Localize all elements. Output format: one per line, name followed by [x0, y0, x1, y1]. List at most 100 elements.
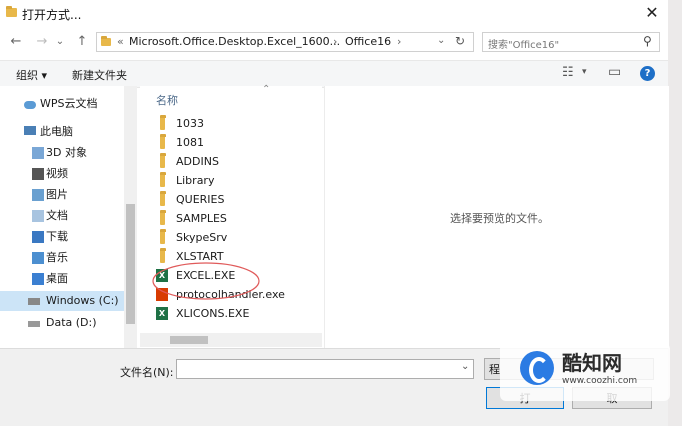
address-dropdown-icon[interactable]: ⌄	[437, 35, 445, 46]
file-name: 1033	[176, 117, 204, 130]
watermark: 酷知网 www.coozhi.com	[500, 343, 670, 401]
recent-locations-dropdown-icon[interactable]: ⌄	[54, 34, 66, 50]
close-icon[interactable]: ✕	[640, 2, 664, 24]
title-bar: 打开方式... ✕	[0, 0, 668, 28]
downloads-icon	[32, 231, 44, 243]
sidebar-scrollbar[interactable]	[124, 86, 137, 348]
file-name: ADDINS	[176, 155, 219, 168]
name-column-header[interactable]: 名称	[156, 92, 178, 108]
file-list-scrollbar[interactable]	[140, 333, 322, 347]
sidebar-item-label: 图片	[46, 188, 68, 201]
up-arrow-icon[interactable]: ↑	[74, 34, 90, 50]
sidebar-item-label: Windows (C:)	[46, 294, 119, 307]
forward-arrow-icon[interactable]: →	[34, 34, 50, 50]
sidebar-item-videos[interactable]: 视频	[0, 164, 124, 184]
sidebar-item-this-pc[interactable]: 此电脑	[0, 122, 124, 142]
navigation-pane: WPS云文档 此电脑 3D 对象 视频 图片 文档 下载 音乐 桌面 Windo…	[0, 86, 124, 348]
address-folder-icon	[101, 36, 111, 46]
documents-icon	[32, 210, 44, 222]
command-toolbar: 组织 ▾ 新建文件夹 ☷ ▾ ▭ ?	[0, 60, 668, 88]
music-icon	[32, 252, 44, 264]
sidebar-item-wps-cloud[interactable]: WPS云文档	[0, 94, 124, 114]
sidebar-item-label: 3D 对象	[46, 146, 87, 159]
folder-icon	[160, 229, 166, 244]
sort-ascending-icon: ⌃	[262, 84, 271, 95]
sidebar-item-windows-c[interactable]: Windows (C:)	[0, 291, 124, 311]
preview-message: 选择要预览的文件。	[450, 212, 549, 225]
file-name: 1081	[176, 136, 204, 149]
sidebar-item-3d-objects[interactable]: 3D 对象	[0, 143, 124, 163]
back-arrow-icon[interactable]: ←	[8, 34, 24, 50]
search-placeholder: 搜索"Office16"	[488, 40, 560, 51]
list-item[interactable]: SkypeSrv	[156, 228, 316, 247]
sidebar-item-label: Data (D:)	[46, 316, 97, 329]
breadcrumb-segment[interactable]: Microsoft.Office.Desktop.Excel_1600...	[129, 35, 340, 48]
preview-pane-icon[interactable]: ▭	[608, 64, 621, 80]
search-input[interactable]: 搜索"Office16" ⚲	[482, 32, 660, 52]
help-icon[interactable]: ?	[640, 66, 655, 81]
preview-pane: 选择要预览的文件。	[324, 86, 669, 348]
sidebar-item-label: 视频	[46, 167, 68, 180]
video-icon	[32, 168, 44, 180]
filename-input[interactable]: ⌄	[176, 359, 474, 379]
file-type-label: 程	[489, 363, 500, 376]
folder-icon	[160, 172, 166, 187]
watermark-logo-icon	[520, 351, 554, 385]
folder-icon	[160, 191, 166, 206]
sidebar-item-pictures[interactable]: 图片	[0, 185, 124, 205]
sidebar-item-label: 文档	[46, 209, 68, 222]
file-name: QUERIES	[176, 193, 225, 206]
breadcrumb-separator-icon[interactable]: ›	[333, 35, 337, 48]
sidebar-item-label: 音乐	[46, 251, 68, 264]
folder-icon	[160, 153, 166, 168]
file-list: 名称 ⌃ 1033 1081 ADDINS Library QUERIES SA…	[140, 84, 322, 336]
list-item[interactable]: SAMPLES	[156, 209, 316, 228]
organize-menu-button[interactable]: 组织 ▾	[16, 67, 47, 83]
refresh-icon[interactable]: ↻	[455, 34, 465, 48]
sidebar-item-label: 下载	[46, 230, 68, 243]
drive-c-icon	[28, 298, 40, 305]
new-folder-button[interactable]: 新建文件夹	[72, 67, 127, 83]
sidebar-item-data-d[interactable]: Data (D:)	[0, 313, 124, 333]
excel-icon: X	[156, 307, 168, 320]
list-item[interactable]: 1033	[156, 114, 316, 133]
cloud-icon	[24, 101, 36, 109]
computer-icon	[24, 126, 36, 135]
desktop-icon	[32, 273, 44, 285]
list-item[interactable]: 1081	[156, 133, 316, 152]
view-options-icon[interactable]: ☷	[562, 65, 574, 80]
sidebar-item-documents[interactable]: 文档	[0, 206, 124, 226]
list-item[interactable]: X XLICONS.EXE	[156, 304, 316, 323]
sidebar-item-music[interactable]: 音乐	[0, 248, 124, 268]
scrollbar-thumb[interactable]	[170, 336, 208, 344]
file-name: Library	[176, 174, 215, 187]
sidebar-item-label: WPS云文档	[40, 97, 98, 110]
folder-icon	[160, 115, 166, 130]
path-overflow-icon[interactable]: «	[117, 35, 124, 48]
folder-icon	[6, 6, 17, 17]
breadcrumb-segment[interactable]: Office16	[345, 35, 391, 48]
scrollbar-thumb[interactable]	[126, 204, 135, 324]
filename-dropdown-icon[interactable]: ⌄	[461, 361, 469, 372]
window-title: 打开方式...	[22, 8, 82, 22]
sidebar-item-downloads[interactable]: 下载	[0, 227, 124, 247]
list-item[interactable]: QUERIES	[156, 190, 316, 209]
3d-objects-icon	[32, 147, 44, 159]
watermark-name: 酷知网	[562, 351, 622, 375]
sidebar-item-desktop[interactable]: 桌面	[0, 269, 124, 289]
breadcrumb-separator-icon[interactable]: ›	[397, 35, 401, 48]
drive-d-icon	[28, 321, 40, 327]
sidebar-item-label: 桌面	[46, 272, 68, 285]
sidebar-item-label: 此电脑	[40, 125, 73, 138]
view-dropdown-icon[interactable]: ▾	[582, 67, 587, 77]
folder-icon	[160, 134, 166, 149]
list-item[interactable]: ADDINS	[156, 152, 316, 171]
highlight-circle	[152, 262, 260, 300]
search-icon[interactable]: ⚲	[643, 34, 652, 48]
folder-icon	[160, 210, 166, 225]
file-name: SAMPLES	[176, 212, 227, 225]
address-bar[interactable]: « Microsoft.Office.Desktop.Excel_1600...…	[96, 32, 474, 52]
filename-label: 文件名(N):	[120, 366, 174, 379]
list-item[interactable]: Library	[156, 171, 316, 190]
file-name: XLICONS.EXE	[176, 307, 250, 320]
